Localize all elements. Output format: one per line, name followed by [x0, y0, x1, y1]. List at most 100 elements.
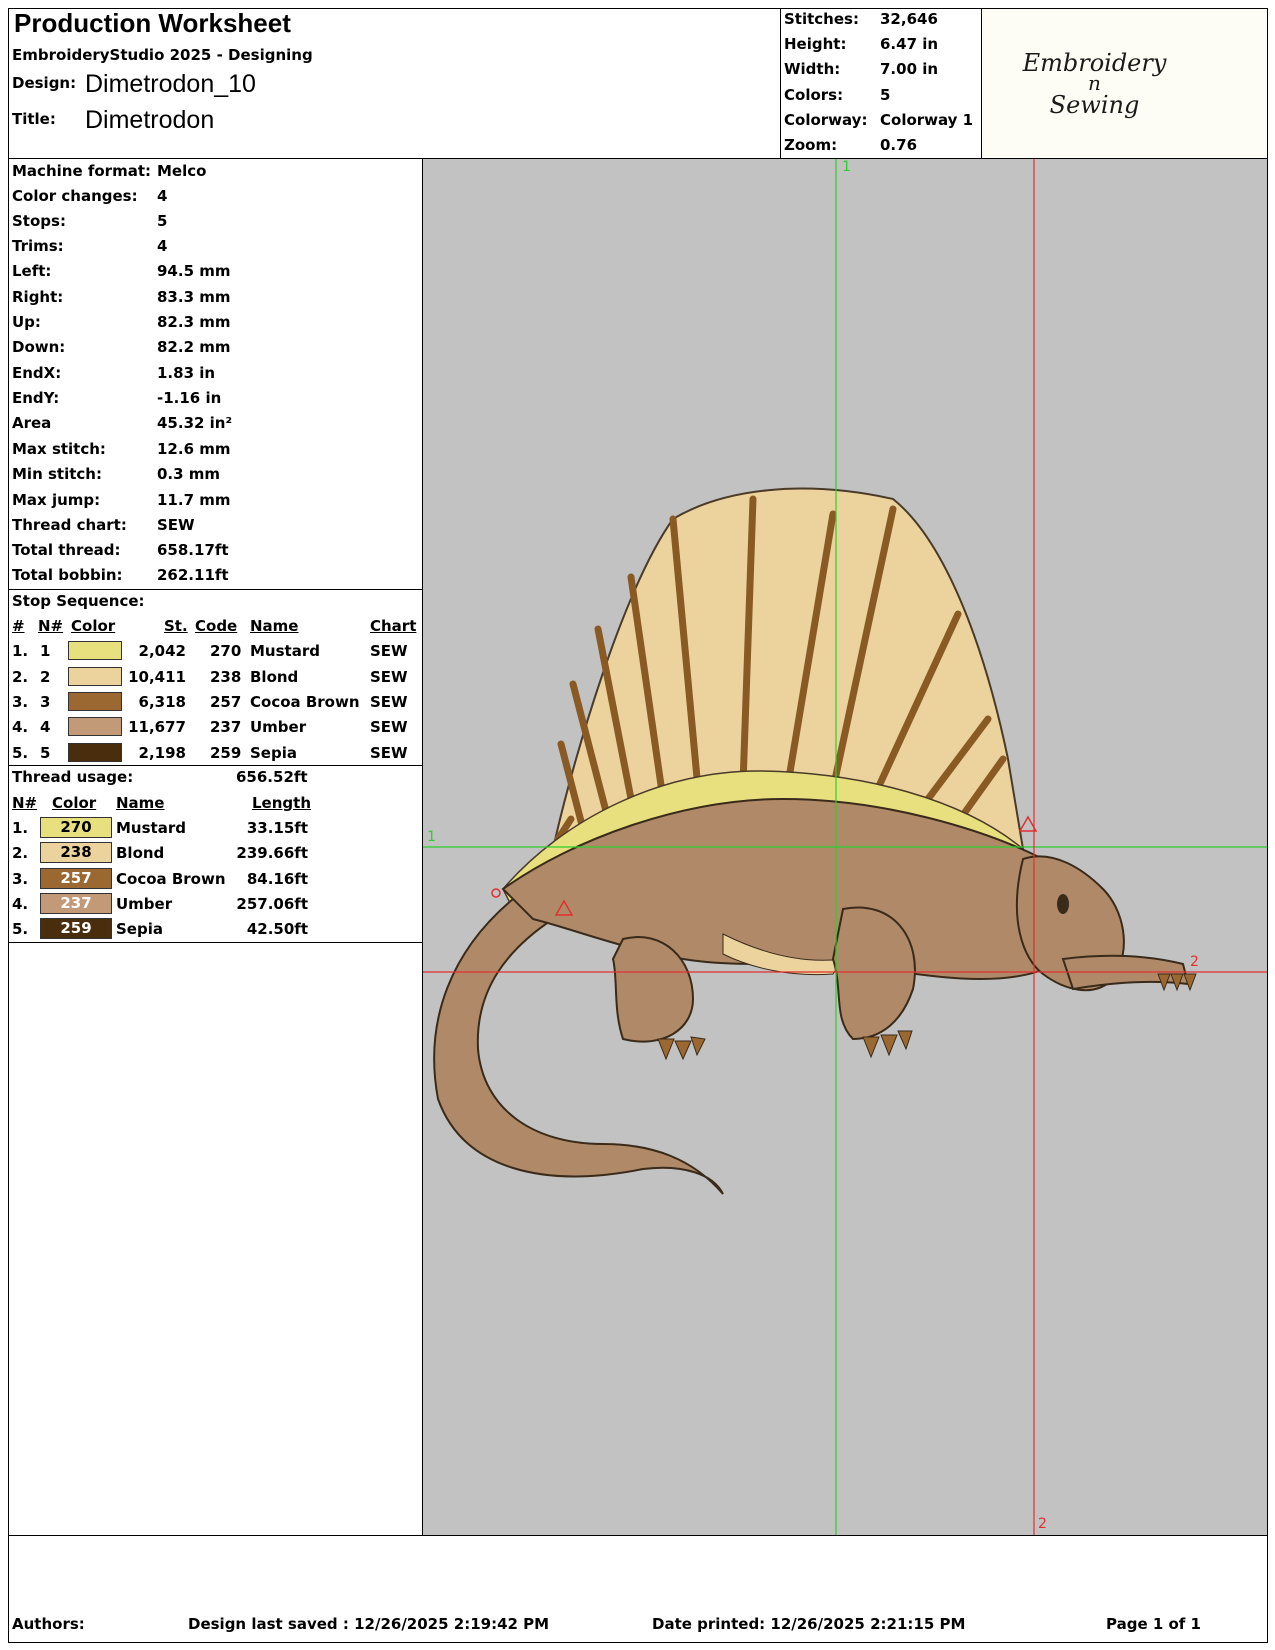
- thread-code-swatch: 270: [40, 817, 112, 838]
- design-label: Design:: [12, 74, 77, 92]
- summary-label: Height:: [784, 35, 847, 53]
- detail-value: 658.17ft: [157, 541, 229, 559]
- summary-label: Colors:: [784, 86, 844, 104]
- summary-value: 6.47 in: [880, 35, 939, 53]
- row-num: 1.: [12, 642, 29, 660]
- thread-usage-total: 656.52ft: [236, 768, 308, 786]
- detail-value: 11.7 mm: [157, 491, 231, 509]
- detail-value: -1.16 in: [157, 389, 222, 407]
- color-swatch: [68, 717, 122, 736]
- guide-marker-red-right: 2: [1190, 954, 1199, 970]
- row-name: Umber: [116, 895, 173, 913]
- thread-code-swatch: 257: [40, 868, 112, 889]
- row-stitches: 10,411: [128, 668, 186, 686]
- color-swatch: [68, 692, 122, 711]
- detail-value: 82.3 mm: [157, 313, 231, 331]
- col-header-name: Name: [116, 794, 165, 812]
- detail-value: 0.3 mm: [157, 465, 221, 483]
- end-marker: [491, 888, 501, 898]
- row-name: Mustard: [116, 819, 186, 837]
- col-header-n: N#: [38, 617, 64, 635]
- row-n: 1.: [12, 819, 29, 837]
- row-stitches: 2,198: [138, 744, 186, 762]
- row-stitches: 2,042: [138, 642, 186, 660]
- page-title: Production Worksheet: [14, 8, 291, 38]
- detail-value: 45.32 in²: [157, 414, 233, 432]
- row-name: Umber: [250, 718, 307, 736]
- detail-value: 1.83 in: [157, 364, 216, 382]
- title-value: Dimetrodon: [85, 106, 215, 134]
- col-header-color: Color: [52, 794, 97, 812]
- footer-page: Page 1 of 1: [1106, 1615, 1201, 1633]
- row-num: 4.: [12, 718, 29, 736]
- summary-value: 7.00 in: [880, 60, 939, 78]
- detail-label: Total bobbin:: [12, 566, 123, 584]
- summary-label: Stitches:: [784, 10, 859, 28]
- eye: [1057, 894, 1069, 914]
- thread-code-swatch: 259: [40, 918, 112, 939]
- detail-label: Trims:: [12, 237, 64, 255]
- detail-label: Thread chart:: [12, 516, 127, 534]
- logo-line-3: Sewing: [1049, 91, 1140, 119]
- col-header-length: Length: [252, 794, 311, 812]
- thread-code-swatch: 238: [40, 842, 112, 863]
- row-name: Mustard: [250, 642, 320, 660]
- col-header-n: N#: [12, 794, 38, 812]
- detail-value: 83.3 mm: [157, 288, 231, 306]
- summary-value: 5: [880, 86, 891, 104]
- col-header-chart: Chart: [370, 617, 417, 635]
- detail-label: Stops:: [12, 212, 66, 230]
- detail-label: Right:: [12, 288, 64, 306]
- row-name: Sepia: [116, 920, 163, 938]
- row-n: 3: [40, 693, 51, 711]
- row-chart: SEW: [370, 718, 408, 736]
- detail-label: Up:: [12, 313, 41, 331]
- col-header-st: St.: [164, 617, 188, 635]
- row-chart: SEW: [370, 642, 408, 660]
- detail-value: SEW: [157, 516, 195, 534]
- row-chart: SEW: [370, 744, 408, 762]
- guide-marker-green-left: 1: [427, 829, 436, 845]
- detail-label: Left:: [12, 262, 52, 280]
- detail-label: Min stitch:: [12, 465, 102, 483]
- row-name: Sepia: [250, 744, 297, 762]
- detail-value: 12.6 mm: [157, 440, 231, 458]
- row-code: 257: [210, 693, 242, 711]
- title-label: Title:: [12, 110, 56, 128]
- row-num: 2.: [12, 668, 29, 686]
- row-stitches: 11,677: [128, 718, 186, 736]
- detail-value: 4: [157, 187, 168, 205]
- row-length: 42.50ft: [246, 920, 308, 938]
- row-n: 4.: [12, 895, 29, 913]
- dimetrodon-illustration: [423, 159, 1267, 1535]
- software-name: EmbroideryStudio 2025 - Designing: [12, 46, 313, 64]
- row-length: 239.66ft: [236, 844, 308, 862]
- row-name: Blond: [116, 844, 165, 862]
- row-code: 237: [210, 718, 242, 736]
- detail-value: Melco: [157, 162, 207, 180]
- row-code: 238: [210, 668, 242, 686]
- detail-label: Total thread:: [12, 541, 121, 559]
- col-header-name: Name: [250, 617, 299, 635]
- col-header-color: Color: [71, 617, 116, 635]
- company-logo: Embroidery n Sewing: [982, 9, 1267, 157]
- detail-label: Machine format:: [12, 162, 151, 180]
- claws: [657, 973, 1197, 1061]
- row-n: 5: [40, 744, 51, 762]
- row-chart: SEW: [370, 668, 408, 686]
- thread-usage-title: Thread usage:: [12, 768, 134, 786]
- detail-value: 4: [157, 237, 168, 255]
- detail-value: 94.5 mm: [157, 262, 231, 280]
- color-swatch: [68, 667, 122, 686]
- summary-label: Zoom:: [784, 136, 838, 154]
- detail-label: EndX:: [12, 364, 62, 382]
- summary-label: Width:: [784, 60, 841, 78]
- detail-label: Color changes:: [12, 187, 138, 205]
- footer-saved: Design last saved : 12/26/2025 2:19:42 P…: [188, 1615, 550, 1633]
- row-name: Cocoa Brown: [250, 693, 360, 711]
- row-name: Cocoa Brown: [116, 870, 226, 888]
- col-header-code: Code: [195, 617, 238, 635]
- design-preview: 1 1 2 2: [423, 159, 1267, 1535]
- row-code: 259: [210, 744, 242, 762]
- detail-label: Down:: [12, 338, 66, 356]
